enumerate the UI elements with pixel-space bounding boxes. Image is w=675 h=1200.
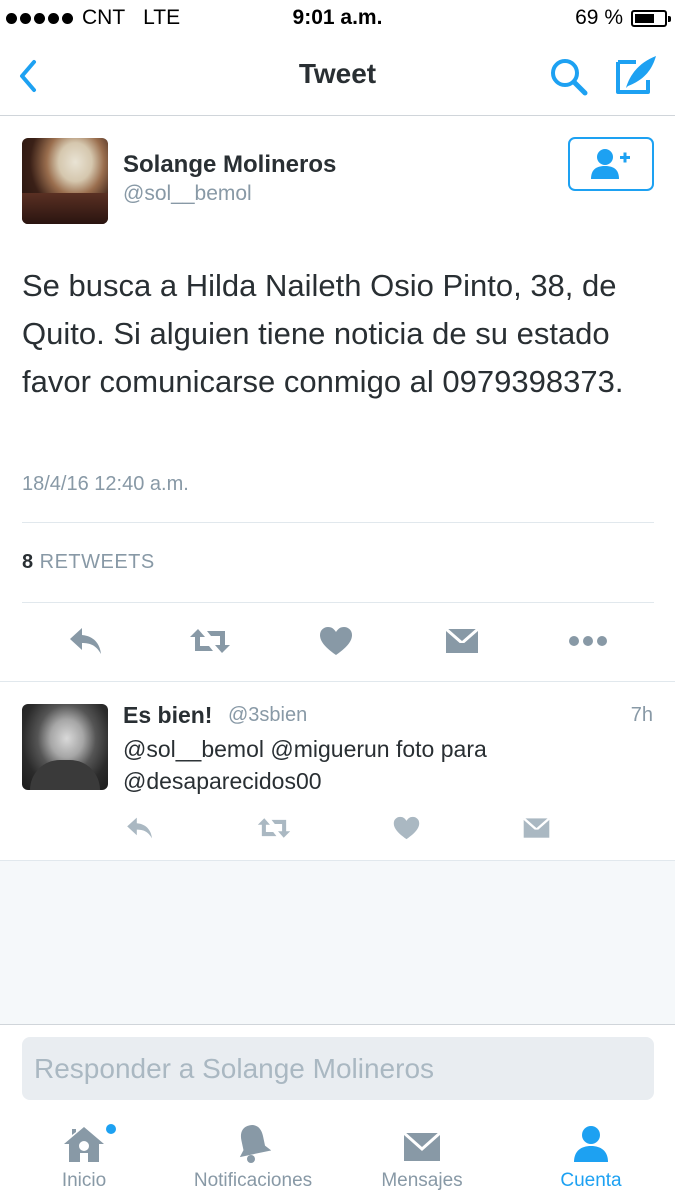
tab-notificaciones[interactable]: Notificaciones xyxy=(178,1112,328,1200)
reply-actions xyxy=(0,808,675,848)
retweet-icon[interactable] xyxy=(252,808,296,848)
reply-avatar[interactable] xyxy=(22,704,108,790)
divider xyxy=(0,681,675,682)
reply-composer xyxy=(0,1024,675,1112)
notification-dot xyxy=(106,1124,116,1134)
direct-message-icon[interactable] xyxy=(514,808,558,848)
envelope-icon xyxy=(402,1112,442,1164)
battery-percent: 69 % xyxy=(575,6,623,29)
nav-bar: Tweet xyxy=(0,38,675,116)
like-icon[interactable] xyxy=(384,808,428,848)
empty-area xyxy=(0,861,675,1024)
add-user-icon xyxy=(591,149,630,179)
direct-message-icon[interactable] xyxy=(440,617,484,665)
status-time: 9:01 a.m. xyxy=(292,6,383,29)
battery-icon xyxy=(631,9,671,27)
status-bar: CNT LTE 9:01 a.m. 69 % xyxy=(0,0,675,38)
reply-icon[interactable] xyxy=(64,617,108,665)
tweet-timestamp: 18/4/16 12:40 a.m. xyxy=(22,473,189,495)
tab-label: Cuenta xyxy=(560,1170,622,1191)
author-handle[interactable]: @sol__bemol xyxy=(123,182,252,206)
status-right: 69 % xyxy=(575,6,671,30)
reply-icon[interactable] xyxy=(118,808,162,848)
person-icon xyxy=(571,1112,611,1164)
tab-bar: Inicio Notificaciones Mensajes Cuenta xyxy=(0,1112,675,1200)
reply-author-handle[interactable]: @3sbien xyxy=(228,704,307,727)
reply-age: 7h xyxy=(630,704,653,726)
tweet-actions xyxy=(0,617,675,665)
tab-mensajes[interactable]: Mensajes xyxy=(372,1112,472,1200)
divider xyxy=(22,522,654,523)
retweet-icon[interactable] xyxy=(188,617,232,665)
reply-text: @sol__bemol @miguerun foto para @desapar… xyxy=(123,736,487,794)
author-name[interactable]: Solange Molineros xyxy=(123,151,336,179)
tweet-text: Se busca a Hilda Naileth Osio Pinto, 38,… xyxy=(22,268,624,399)
retweet-label: RETWEETS xyxy=(39,551,155,573)
tab-label: Notificaciones xyxy=(193,1170,313,1191)
home-icon xyxy=(62,1112,116,1164)
tab-cuenta[interactable]: Cuenta xyxy=(548,1112,634,1200)
bell-icon xyxy=(235,1112,271,1164)
compose-icon[interactable] xyxy=(614,52,658,98)
follow-button[interactable] xyxy=(568,137,654,191)
author-avatar[interactable] xyxy=(22,138,108,224)
reply-input[interactable] xyxy=(22,1037,654,1100)
reply-author-name[interactable]: Es bien! xyxy=(123,702,212,729)
tab-inicio[interactable]: Inicio xyxy=(44,1112,124,1200)
tab-label: Inicio xyxy=(61,1170,107,1191)
divider xyxy=(22,602,654,603)
battery-fill xyxy=(635,13,655,23)
like-icon[interactable] xyxy=(314,617,358,665)
tab-label: Mensajes xyxy=(381,1170,463,1191)
retweet-count: 8 xyxy=(22,551,34,573)
retweet-stats[interactable]: 8 RETWEETS xyxy=(22,551,155,574)
search-icon[interactable] xyxy=(548,56,590,98)
more-icon[interactable] xyxy=(566,617,610,665)
